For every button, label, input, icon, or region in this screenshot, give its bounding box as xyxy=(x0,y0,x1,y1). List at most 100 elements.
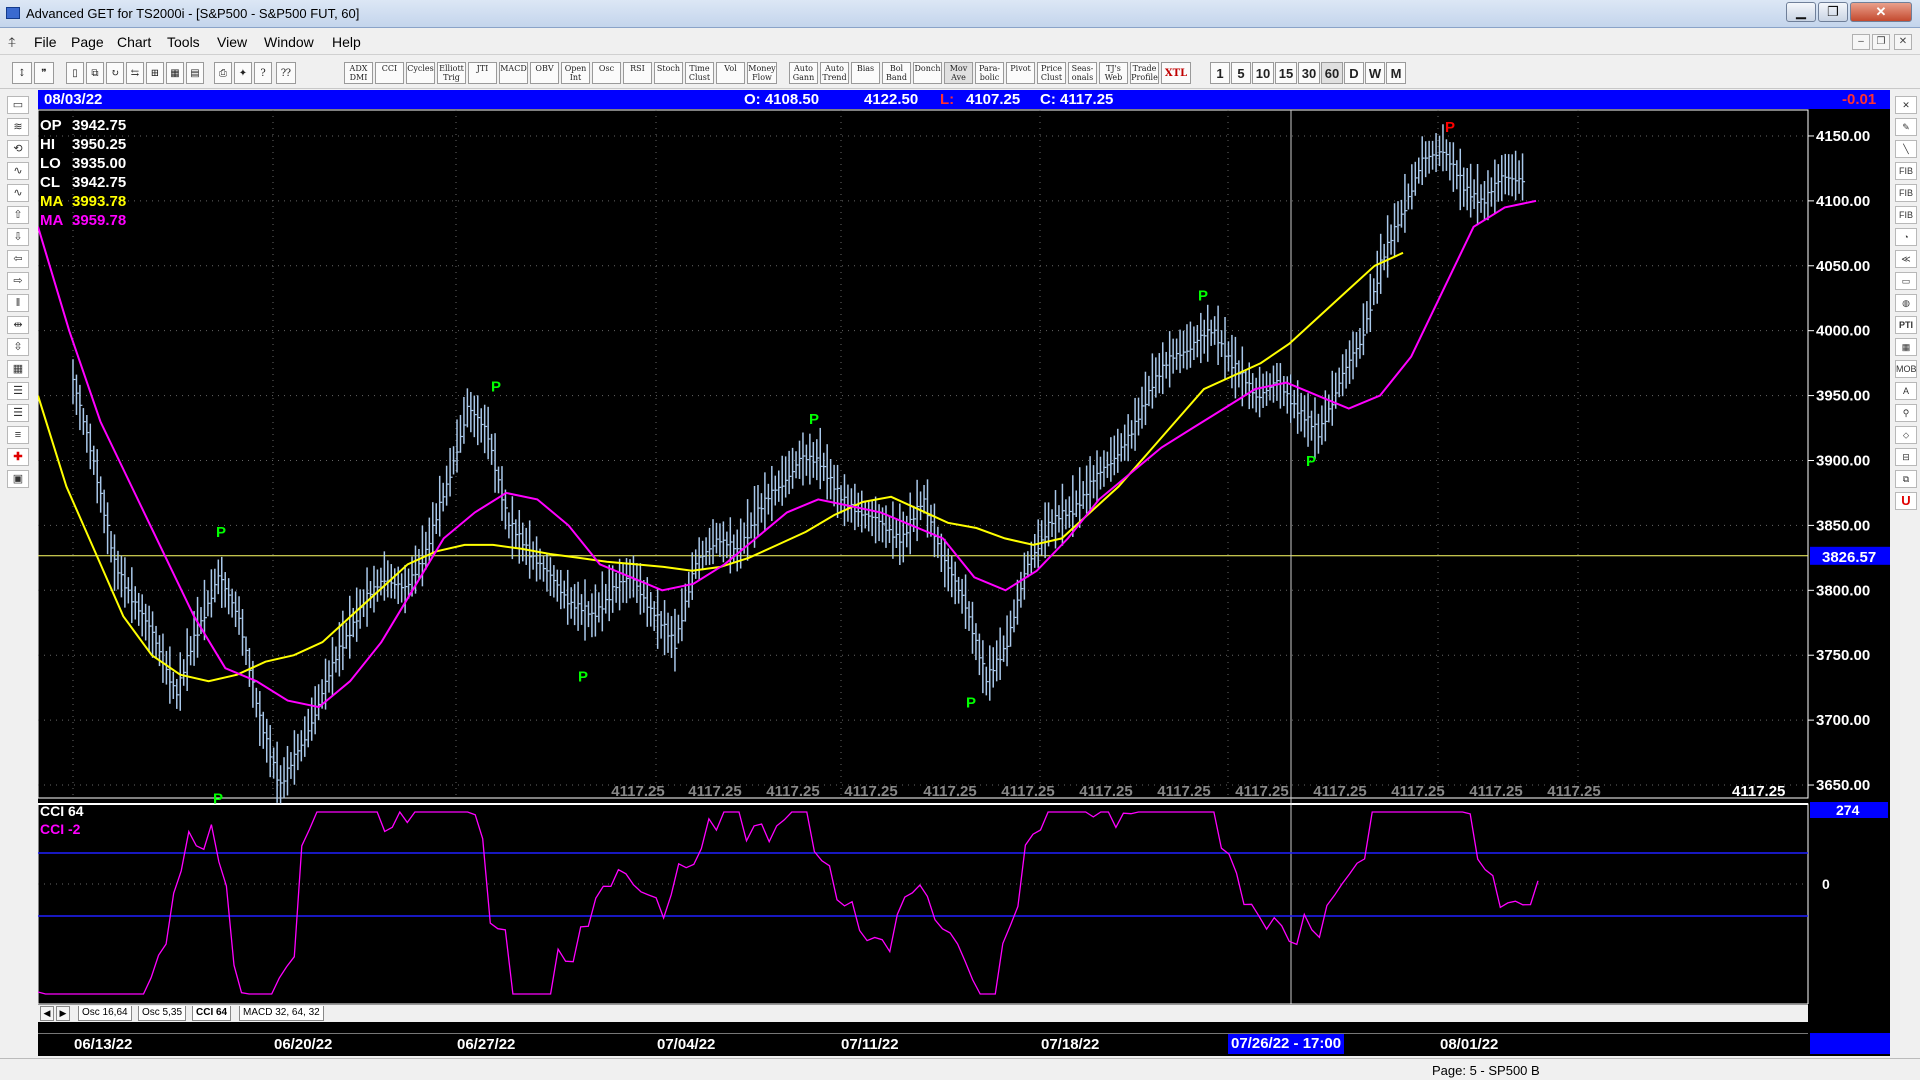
eraser-icon[interactable]: ⬦ xyxy=(1895,426,1917,444)
crosshair-icon[interactable]: ✚ xyxy=(7,448,29,466)
help-icon[interactable]: ? xyxy=(254,62,272,84)
circle-icon[interactable]: ◔ xyxy=(1895,228,1917,246)
study-button-price-clust[interactable]: Price Clust xyxy=(1037,62,1066,84)
menu-window[interactable]: Window xyxy=(264,34,314,50)
print-icon[interactable]: ⎙ xyxy=(214,62,232,84)
layers-icon[interactable]: ⧉ xyxy=(1895,470,1917,488)
save-icon[interactable]: ▣ xyxy=(7,470,29,488)
study-button-jti[interactable]: JTI xyxy=(468,62,497,84)
table-icon[interactable]: ▦ xyxy=(1895,338,1917,356)
study-button-tjs-web[interactable]: TJ's Web xyxy=(1099,62,1128,84)
timeframe-button-60[interactable]: 60 xyxy=(1321,62,1343,84)
mdi-minimize-button[interactable]: – xyxy=(1852,34,1870,50)
study-button-obv[interactable]: OBV xyxy=(530,62,559,84)
ruler-icon[interactable]: ⊟ xyxy=(1895,448,1917,466)
copy-icon[interactable]: ⧉ xyxy=(86,62,104,84)
study-button-open-int[interactable]: Open Int xyxy=(561,62,590,84)
link-icon[interactable]: ⊞ xyxy=(146,62,164,84)
timeframe-button-1[interactable]: 1 xyxy=(1210,62,1230,84)
tab-cci-64[interactable]: CCI 64 xyxy=(192,1006,232,1021)
study-button-bias[interactable]: Bias xyxy=(851,62,880,84)
timeframe-button-W[interactable]: W xyxy=(1365,62,1385,84)
timeframe-button-10[interactable]: 10 xyxy=(1252,62,1274,84)
study-icon[interactable]: ∿ xyxy=(7,162,29,180)
grid-icon[interactable]: ▦ xyxy=(7,360,29,378)
fib-ext-icon[interactable]: FIB xyxy=(1895,184,1917,202)
menu-page[interactable]: Page xyxy=(71,34,104,50)
tab-macd[interactable]: MACD 32, 64, 32 xyxy=(239,1006,324,1021)
chart-window-icon[interactable]: ▤ xyxy=(186,62,204,84)
study-button-adx[interactable]: ADX DMI xyxy=(344,62,373,84)
tab-osc-5-35[interactable]: Osc 5,35 xyxy=(138,1006,187,1021)
zoom-icon[interactable]: ⚲ xyxy=(1895,404,1917,422)
sync-icon[interactable]: ⇆ xyxy=(126,62,144,84)
new-page-icon[interactable]: ▯ xyxy=(66,62,84,84)
timeframe-button-30[interactable]: 30 xyxy=(1298,62,1320,84)
study-button-bol-band[interactable]: Bol Band xyxy=(882,62,911,84)
study-button-auto-trend[interactable]: Auto Trend xyxy=(820,62,849,84)
tab-osc-16-64[interactable]: Osc 16,64 xyxy=(78,1006,132,1021)
document-icon[interactable]: ⍏ xyxy=(8,34,20,50)
timeframe-button-5[interactable]: 5 xyxy=(1231,62,1251,84)
study-button-donch[interactable]: Donch xyxy=(913,62,942,84)
menu-file[interactable]: File xyxy=(34,34,57,50)
study-button-macd[interactable]: MACD xyxy=(499,62,528,84)
fib-icon[interactable]: ≡ xyxy=(7,426,29,444)
fib-time-icon[interactable]: FIB xyxy=(1895,206,1917,224)
study-button-xtl[interactable]: XTL xyxy=(1161,62,1191,84)
elliott-icon[interactable]: ∿ xyxy=(7,184,29,202)
ideas-icon[interactable]: ✦ xyxy=(234,62,252,84)
context-help-icon[interactable]: ⁇ xyxy=(276,62,296,84)
study-button-time-clust[interactable]: Time Clust xyxy=(685,62,714,84)
timeframe-button-D[interactable]: D xyxy=(1344,62,1364,84)
mob-icon[interactable]: MOB xyxy=(1895,360,1917,378)
study-button-stoch[interactable]: Stoch xyxy=(654,62,683,84)
menu-chart[interactable]: Chart xyxy=(117,34,151,50)
chart-window[interactable]: 08/03/22 O: 4108.50 4122.50 L: 4107.25 C… xyxy=(38,90,1890,1056)
price-chart[interactable]: 4150.00 4100.00 4050.00 4000.00 3950.00 3900.… xyxy=(38,90,1890,1004)
ellipse-icon[interactable]: ◍ xyxy=(1895,294,1917,312)
study-button-cci[interactable]: CCI xyxy=(375,62,404,84)
waves-icon[interactable]: ≋ xyxy=(7,118,29,136)
arrow-down-icon[interactable]: ⇩ xyxy=(7,228,29,246)
arrow-up-icon[interactable]: ⇧ xyxy=(7,206,29,224)
pti-icon[interactable]: PTI xyxy=(1895,316,1917,334)
bars-icon[interactable]: ‖ xyxy=(7,294,29,312)
study-button-vol[interactable]: Vol xyxy=(716,62,745,84)
lines-icon[interactable]: ☰ xyxy=(7,382,29,400)
menu-help[interactable]: Help xyxy=(332,34,361,50)
study-button-money-flow[interactable]: Money Flow xyxy=(747,62,777,84)
gann-icon[interactable]: ☰ xyxy=(7,404,29,422)
arrow-left-icon[interactable]: ⇦ xyxy=(7,250,29,268)
pencil-icon[interactable]: ✎ xyxy=(1895,118,1917,136)
fan-icon[interactable]: ≪ xyxy=(1895,250,1917,268)
study-button-elliott[interactable]: Elliott Trig xyxy=(437,62,466,84)
study-button-cycles[interactable]: Cycles xyxy=(406,62,435,84)
pointer-icon[interactable]: ↕ xyxy=(12,62,32,84)
refresh-icon[interactable]: ↻ xyxy=(106,62,124,84)
timeframe-button-M[interactable]: M xyxy=(1386,62,1406,84)
grid-icon[interactable]: ▦ xyxy=(166,62,184,84)
expand-horizontal-icon[interactable]: ⇹ xyxy=(7,316,29,334)
menu-tools[interactable]: Tools xyxy=(167,34,200,50)
tab-scroll-right-icon[interactable]: ▶ xyxy=(56,1006,70,1021)
study-button-seasonals[interactable]: Seas- onals xyxy=(1068,62,1097,84)
study-button-parabolic[interactable]: Para- bolic xyxy=(975,62,1004,84)
maximize-button[interactable]: ❐ xyxy=(1818,2,1848,22)
box-icon[interactable]: ▭ xyxy=(1895,272,1917,290)
mdi-restore-button[interactable]: ❐ xyxy=(1872,34,1890,50)
study-button-pivot[interactable]: Pivot xyxy=(1006,62,1035,84)
close-button[interactable]: ✕ xyxy=(1850,2,1912,22)
quote-icon[interactable]: ❞ xyxy=(34,62,54,84)
study-button-osc[interactable]: Osc xyxy=(592,62,621,84)
study-button-trade-profile[interactable]: Trade Profile xyxy=(1130,62,1159,84)
text-icon[interactable]: A xyxy=(1895,382,1917,400)
briefcase-icon[interactable]: ▭ xyxy=(7,96,29,114)
fib-ret-icon[interactable]: FIB xyxy=(1895,162,1917,180)
u-icon[interactable]: U xyxy=(1895,492,1917,510)
line-icon[interactable]: ╲ xyxy=(1895,140,1917,158)
study-button-mov-ave[interactable]: Mov Ave xyxy=(944,62,973,84)
study-button-rsi[interactable]: RSI xyxy=(623,62,652,84)
timeframe-button-15[interactable]: 15 xyxy=(1275,62,1297,84)
expand-vertical-icon[interactable]: ⇳ xyxy=(7,338,29,356)
